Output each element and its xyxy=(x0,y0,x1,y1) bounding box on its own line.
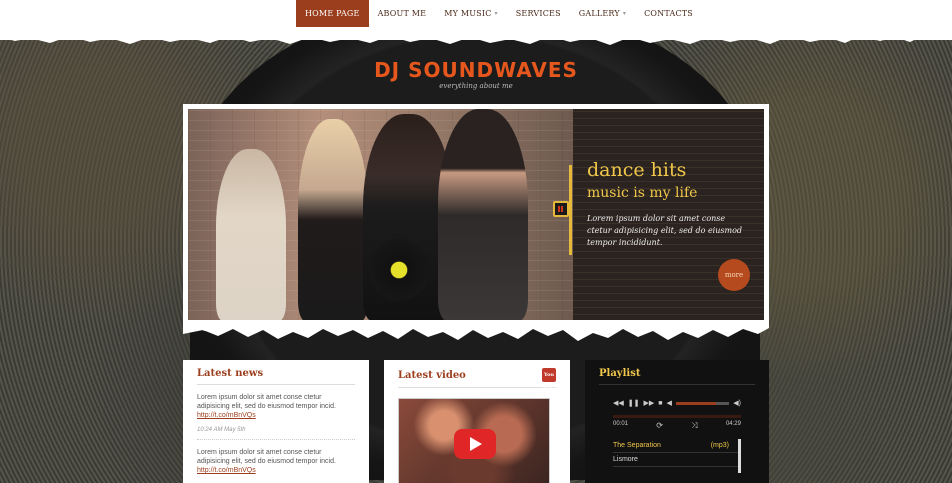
playlist-panel: Playlist ◀◀ ❚❚ ▶▶ ■ ◀ ◀) 00:01 ⟳ ⤨ 04:29… xyxy=(585,360,769,483)
news-item: Lorem ipsum dolor sit amet conse ctetur … xyxy=(197,393,355,440)
volume-slider[interactable] xyxy=(675,401,730,405)
slide-heading: dance hits xyxy=(587,159,687,181)
chevron-down-icon: ▾ xyxy=(622,10,627,17)
slide-image xyxy=(188,109,573,321)
track-format: (mp3) xyxy=(710,442,729,449)
slide-subheading: music is my life xyxy=(587,185,698,201)
video-title: Latest video xyxy=(398,369,466,381)
torn-paper-edge xyxy=(183,320,769,341)
latest-news-panel: Latest news Lorem ipsum dolor sit amet c… xyxy=(183,360,369,483)
news-link[interactable]: http://t.co/mBnVQs xyxy=(197,412,256,419)
slide-text: Lorem ipsum dolor sit amet conse ctetur … xyxy=(587,214,743,247)
nav-services[interactable]: SERVICES xyxy=(507,0,570,27)
youtube-icon[interactable]: You Tube xyxy=(542,368,556,392)
rewind-icon[interactable]: ◀◀ xyxy=(613,399,624,407)
slide-caption-panel: dance hits music is my life Lorem ipsum … xyxy=(553,109,764,321)
nav-label: CONTACTS xyxy=(644,9,693,18)
logo-title: DJ SOUNDWAVES xyxy=(374,58,578,82)
main-nav: HOME PAGE ABOUT ME MY MUSIC ▾ SERVICES GA… xyxy=(296,0,702,27)
playlist-title: Playlist xyxy=(599,368,755,385)
torn-paper-edge xyxy=(0,26,952,45)
forward-icon[interactable]: ▶▶ xyxy=(644,399,655,407)
time-total: 04:29 xyxy=(725,421,741,427)
person-figure xyxy=(298,119,368,321)
nav-label: ABOUT ME xyxy=(377,9,427,18)
chevron-down-icon: ▾ xyxy=(494,10,498,17)
news-time: 10:24 AM May 5th xyxy=(197,426,355,440)
nav-my-music[interactable]: MY MUSIC ▾ xyxy=(435,0,507,27)
nav-gallery[interactable]: GALLERY ▾ xyxy=(570,0,635,27)
track-name: The Separation xyxy=(613,442,661,449)
hero-slider: dance hits music is my life Lorem ipsum … xyxy=(183,104,769,331)
nav-contacts[interactable]: CONTACTS xyxy=(635,0,702,27)
track-item[interactable]: The Separation (mp3) xyxy=(613,439,741,453)
video-thumbnail[interactable] xyxy=(398,398,550,483)
news-link[interactable]: http://t.co/mBnVQs xyxy=(197,467,256,474)
playlist-scrollbar[interactable] xyxy=(738,439,741,473)
news-title: Latest news xyxy=(197,368,355,385)
player-controls: ◀◀ ❚❚ ▶▶ ■ ◀ ◀) xyxy=(599,399,755,408)
volume-fill xyxy=(675,401,716,405)
nav-label: SERVICES xyxy=(515,9,561,18)
person-figure xyxy=(438,109,528,321)
nav-label: MY MUSIC xyxy=(444,9,492,18)
shuffle-icon[interactable]: ⤨ xyxy=(691,421,697,431)
vinyl-smiley-icon xyxy=(368,239,430,301)
person-figure xyxy=(216,149,286,321)
more-button[interactable]: more xyxy=(718,259,750,291)
news-text: Lorem ipsum dolor sit amet conse ctetur … xyxy=(197,449,336,465)
slide-accent-bar xyxy=(569,165,572,255)
audio-player: ◀◀ ❚❚ ▶▶ ■ ◀ ◀) 00:01 ⟳ ⤨ 04:29 The Sepa… xyxy=(599,399,755,473)
time-current: 00:01 xyxy=(613,421,629,427)
nav-home-page[interactable]: HOME PAGE xyxy=(296,0,369,27)
track-item[interactable]: Lismore xyxy=(613,453,741,467)
play-icon[interactable] xyxy=(454,429,496,459)
nav-about-me[interactable]: ABOUT ME xyxy=(369,0,436,27)
news-item: Lorem ipsum dolor sit amet conse ctetur … xyxy=(197,448,355,475)
stop-icon[interactable]: ■ xyxy=(658,400,662,407)
track-name: Lismore xyxy=(613,456,638,463)
time-display: 00:01 ⟳ ⤨ 04:29 xyxy=(599,418,755,431)
equalizer-icon xyxy=(553,201,569,217)
volume-max-icon[interactable]: ◀) xyxy=(733,399,741,407)
site-logo[interactable]: DJ SOUNDWAVES everything about me xyxy=(0,58,952,90)
nav-label: HOME PAGE xyxy=(305,9,360,18)
news-text: Lorem ipsum dolor sit amet conse ctetur … xyxy=(197,394,336,410)
track-list: The Separation (mp3) Lismore xyxy=(613,439,741,473)
volume-icon[interactable]: ◀ xyxy=(667,399,672,407)
pause-icon[interactable]: ❚❚ xyxy=(628,399,640,407)
video-header: Latest video You Tube xyxy=(398,368,556,392)
nav-label: GALLERY xyxy=(578,9,620,18)
repeat-icon[interactable]: ⟳ xyxy=(656,421,663,431)
latest-video-panel: Latest video You Tube xyxy=(384,360,570,483)
logo-subtitle: everything about me xyxy=(439,82,513,90)
